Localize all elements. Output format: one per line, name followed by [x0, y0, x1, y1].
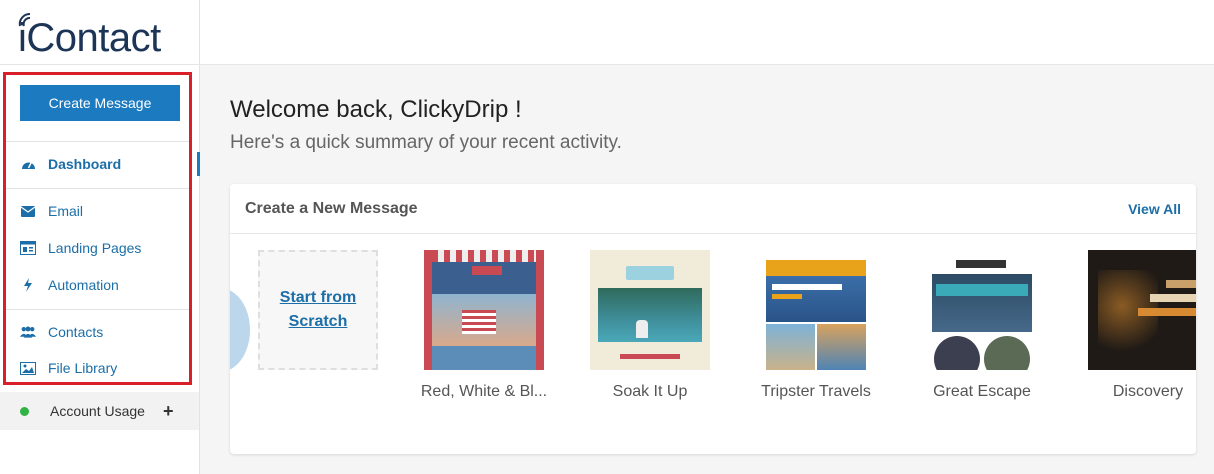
- sidebar-item-label: Contacts: [48, 324, 104, 340]
- template-thumbnail[interactable]: [424, 250, 544, 370]
- template-thumbnail[interactable]: [922, 250, 1042, 370]
- sidebar-item-label: Landing Pages: [48, 240, 142, 256]
- top-bar: [200, 0, 1214, 65]
- sidebar-item-landing-pages[interactable]: Landing Pages: [20, 237, 141, 259]
- template-thumbnail[interactable]: [1088, 250, 1196, 370]
- sidebar-item-label: Dashboard: [48, 156, 122, 172]
- template-name: Soak It Up: [612, 383, 688, 400]
- image-icon: [20, 360, 36, 376]
- sidebar-item-label: File Library: [48, 360, 118, 376]
- plus-icon[interactable]: +: [163, 402, 174, 420]
- divider: [6, 309, 189, 310]
- account-usage-label: Account Usage: [50, 403, 145, 419]
- template-name: Discovery: [1112, 383, 1184, 400]
- page-subtitle: Here's a quick summary of your recent ac…: [230, 132, 622, 153]
- signal-icon: [18, 12, 31, 27]
- create-message-button[interactable]: Create Message: [20, 85, 180, 121]
- sidebar-item-dashboard[interactable]: Dashboard: [20, 153, 121, 175]
- carousel-prev-arrow[interactable]: [230, 288, 250, 372]
- icontact-logo[interactable]: iContact: [18, 10, 161, 60]
- sidebar-item-email[interactable]: Email: [20, 200, 83, 222]
- template-thumbnail[interactable]: [756, 250, 876, 370]
- sidebar-item-label: Email: [48, 203, 84, 219]
- bolt-icon: [20, 277, 36, 293]
- create-message-card: Create a New Message View All Start from…: [230, 184, 1196, 454]
- divider: [0, 64, 200, 65]
- template-name: Tripster Travels: [761, 383, 871, 400]
- start-from-scratch-tile[interactable]: Start from Scratch: [258, 250, 378, 370]
- sidebar: iContact Create Message Dashboard Email …: [0, 0, 200, 474]
- divider: [6, 188, 189, 189]
- users-icon: [20, 324, 36, 340]
- card-title: Create a New Message: [245, 200, 418, 217]
- account-usage[interactable]: Account Usage +: [0, 392, 199, 430]
- sidebar-item-file-library[interactable]: File Library: [20, 357, 117, 379]
- page-title: Welcome back, ClickyDrip !: [230, 96, 522, 123]
- divider: [6, 141, 189, 142]
- start-from-scratch-link[interactable]: Start from Scratch: [273, 286, 363, 334]
- landing-page-icon: [20, 240, 36, 256]
- sidebar-item-contacts[interactable]: Contacts: [20, 321, 103, 343]
- status-dot-icon: [20, 406, 29, 416]
- template-thumbnail[interactable]: [590, 250, 710, 370]
- envelope-icon: [20, 203, 36, 219]
- dashboard-icon: [20, 156, 36, 172]
- view-all-link[interactable]: View All: [1128, 201, 1181, 217]
- card-header: Create a New Message View All: [230, 184, 1196, 234]
- sidebar-item-automation[interactable]: Automation: [20, 274, 119, 296]
- template-name: Red, White & Bl...: [420, 383, 548, 400]
- sidebar-item-label: Automation: [48, 277, 119, 293]
- template-name: Great Escape: [933, 383, 1031, 400]
- main-content: Welcome back, ClickyDrip ! Here's a quic…: [200, 65, 1214, 474]
